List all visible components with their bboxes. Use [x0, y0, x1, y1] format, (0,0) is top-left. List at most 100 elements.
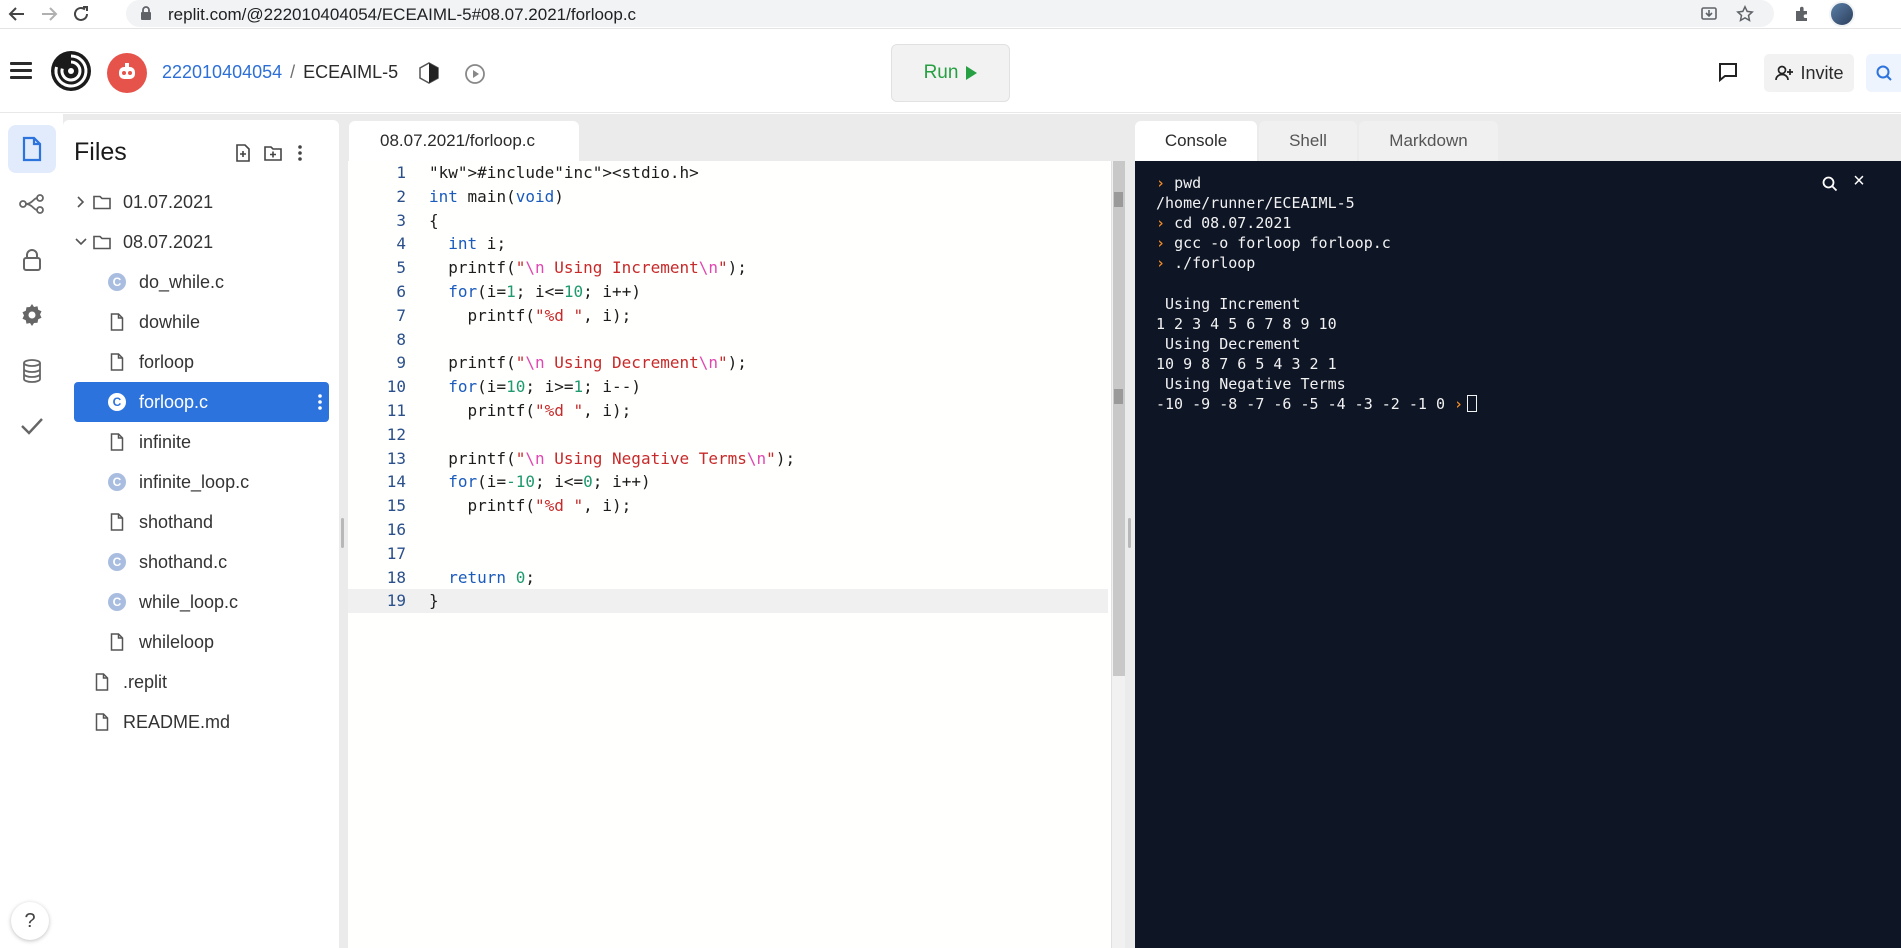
code-line: "kw">#include"inc"><stdio.h> — [429, 163, 699, 182]
tree-item-do-while-c[interactable]: Cdo_while.c — [74, 262, 329, 302]
code-line: for(i=10; i>=1; i--) — [448, 377, 641, 397]
tree-item-01-07-2021[interactable]: 01.07.2021 — [74, 182, 329, 222]
new-folder-icon[interactable] — [262, 142, 284, 164]
files-more-options-icon[interactable] — [289, 142, 311, 164]
breadcrumb: 222010404054 / ECEAIML-5 — [162, 62, 398, 83]
c-file-icon: C — [107, 271, 127, 293]
c-file-icon: C — [107, 551, 127, 573]
prompt-icon: › — [1156, 254, 1166, 273]
url-text: replit.com/@222010404054/ECEAIML-5#08.07… — [168, 5, 637, 24]
tree-item-08-07-2021[interactable]: 08.07.2021 — [74, 222, 329, 262]
tree-item-forloop[interactable]: forloop — [74, 342, 329, 382]
new-file-icon[interactable] — [232, 142, 254, 164]
terminal-search-icon[interactable] — [1821, 175, 1839, 193]
file-icon — [92, 711, 112, 733]
unit-tests-check-icon[interactable] — [8, 402, 56, 450]
invite-button[interactable]: Invite — [1764, 54, 1854, 92]
tab-console[interactable]: Console — [1135, 121, 1257, 161]
back-arrow-icon[interactable] — [4, 2, 30, 26]
prompt-icon: › — [1156, 234, 1166, 253]
tool-rail: ? — [0, 114, 63, 948]
tree-item-label: whileloop — [139, 631, 215, 652]
history-icon[interactable] — [463, 62, 487, 86]
editor-scrollbar-thumb[interactable] — [1113, 161, 1125, 676]
tree-item-whileloop[interactable]: whileloop — [74, 622, 329, 662]
user-avatar[interactable] — [107, 53, 147, 93]
c-language-icon[interactable] — [418, 62, 440, 84]
search-icon[interactable] — [1866, 54, 1901, 92]
star-icon[interactable] — [1734, 3, 1756, 25]
install-icon[interactable] — [1698, 3, 1720, 25]
tree-item-infinite-loop-c[interactable]: Cinfinite_loop.c — [74, 462, 329, 502]
reload-icon[interactable] — [68, 2, 94, 26]
tree-item-forloop-c[interactable]: Cforloop.c — [74, 382, 329, 422]
username-link[interactable]: 222010404054 — [162, 62, 282, 82]
code-line: return 0; — [448, 567, 535, 587]
terminal[interactable]: › pwd/home/runner/ECEAIML-5 › cd 08.07.20… — [1135, 161, 1901, 948]
tree-item-label: forloop — [139, 351, 195, 372]
console-pane: Console Shell Markdown › pwd/home/runner… — [1135, 121, 1901, 948]
editor-tab-forloop-c[interactable]: 08.07.2021/forloop.c — [349, 121, 579, 161]
tree-item-shothand-c[interactable]: Cshothand.c — [74, 542, 329, 582]
chevron-down-icon[interactable] — [74, 235, 88, 249]
version-control-icon[interactable] — [8, 180, 56, 228]
code-line: for(i=1; i<=10; i++) — [448, 281, 641, 301]
extensions-icon[interactable] — [1788, 1, 1816, 27]
lock-icon — [140, 6, 152, 26]
terminal-line: › ./forloop — [1156, 254, 1256, 273]
line-number: 19 — [386, 591, 406, 611]
line-number: 5 — [396, 258, 406, 278]
line-number: 8 — [396, 329, 406, 349]
settings-gear-icon[interactable] — [8, 291, 56, 339]
help-button[interactable]: ? — [11, 902, 49, 940]
tab-shell[interactable]: Shell — [1259, 121, 1357, 161]
terminal-line: › gcc -o forloop forloop.c — [1156, 234, 1391, 253]
sidebar-resize-handle[interactable] — [341, 518, 344, 548]
tree-item-dowhile[interactable]: dowhile — [74, 302, 329, 342]
invite-button-label: Invite — [1800, 62, 1844, 83]
line-number: 18 — [386, 567, 406, 587]
editor-scrollbar[interactable] — [1111, 161, 1125, 948]
editor-resize-handle[interactable] — [1128, 518, 1131, 548]
tab-markdown[interactable]: Markdown — [1359, 121, 1498, 161]
line-number: 15 — [386, 496, 406, 516]
line-number: 13 — [386, 448, 406, 468]
file-icon — [92, 671, 112, 693]
secrets-lock-icon[interactable] — [8, 236, 56, 284]
tree-item-readme-md[interactable]: README.md — [74, 702, 329, 742]
tree-item-label: infinite — [139, 431, 192, 452]
tree-item-while-loop-c[interactable]: Cwhile_loop.c — [74, 582, 329, 622]
code-area[interactable]: "kw">#include"inc"><stdio.h> int main(voi… — [429, 161, 795, 613]
prompt-icon: › — [1156, 174, 1166, 192]
chevron-right-icon[interactable] — [74, 195, 88, 209]
file-icon — [107, 511, 127, 533]
run-button[interactable]: Run — [891, 44, 1010, 102]
forward-arrow-icon[interactable] — [36, 2, 62, 26]
profile-avatar[interactable] — [1828, 1, 1856, 27]
code-editor[interactable]: 1 2 3 4 5 6 7 8 9 10 11 12 13 14 15 16 17 18 19 "kw">#incl… — [348, 161, 1125, 948]
code-line: for(i=-10; i<=0; i++) — [448, 472, 651, 492]
code-line: printf("\n Using Increment\n"); — [429, 258, 747, 278]
chat-icon[interactable] — [1716, 60, 1740, 84]
code-line: printf("\n Using Decrement\n"); — [429, 353, 747, 373]
line-number: 7 — [396, 305, 406, 325]
menu-icon[interactable] — [10, 62, 32, 80]
tree-item-shothand[interactable]: shothand — [74, 502, 329, 542]
terminal-cursor — [1467, 395, 1478, 413]
tree-item-replit[interactable]: .replit — [74, 662, 329, 702]
replit-logo-icon[interactable] — [50, 50, 92, 92]
address-bar[interactable]: replit.com/@222010404054/ECEAIML-5#08.07… — [126, 0, 1774, 27]
project-name[interactable]: ECEAIML-5 — [303, 62, 398, 82]
terminal-line: › pwd — [1156, 174, 1202, 192]
code-line: printf("%d ", i); — [429, 496, 632, 516]
database-icon[interactable] — [8, 347, 56, 395]
files-panel-title: Files — [74, 138, 127, 166]
line-number: 1 — [396, 163, 406, 182]
tree-item-label: do_while.c — [139, 271, 225, 292]
terminal-close-icon[interactable]: × — [1849, 170, 1869, 192]
tree-item-infinite[interactable]: infinite — [74, 422, 329, 462]
file-options-icon[interactable] — [317, 392, 323, 412]
files-tool-icon[interactable] — [8, 125, 56, 173]
tree-item-label: while_loop.c — [139, 591, 239, 612]
